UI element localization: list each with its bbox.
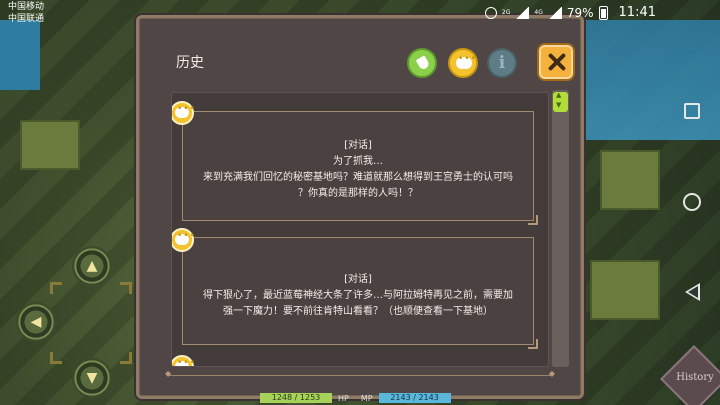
terrain-block [590, 260, 660, 320]
water-area [580, 20, 720, 140]
chevron-down-icon: ▼ [86, 370, 98, 386]
carrier-1: 中国移动 [8, 2, 45, 12]
dpad-corner [120, 282, 132, 294]
battery-icon [598, 5, 608, 20]
dialogue-filter-button[interactable] [448, 48, 478, 78]
history-dialog: 历史 i [对话] 为了抓我… 来到充满我们回忆的秘密基地吗？难道就那么想得到王… [136, 15, 584, 399]
dpad-corner [50, 352, 62, 364]
chat-bubble-icon [172, 101, 196, 125]
entry-line: 得下狠心了，最近蓝莓神经大条了许多…与阿拉姆特再见之前，需要加 [203, 290, 513, 301]
water-area-left [0, 20, 40, 90]
dialog-title: 历史 [176, 55, 204, 71]
signal-icon [515, 6, 530, 19]
entry-line: 来到充满我们回忆的秘密基地吗？难道就那么想得到王宫勇士的认可吗 [203, 172, 513, 183]
back-button[interactable] [685, 283, 700, 301]
scroll-thumb[interactable] [553, 91, 568, 112]
network-type-2: 4G [534, 9, 543, 16]
mp-value: 2143 / 2143 [378, 393, 451, 403]
alarm-icon [484, 6, 497, 19]
dpad-down[interactable]: ▼ [72, 358, 112, 398]
battery-percent: 79% [566, 5, 594, 20]
dpad-up[interactable]: ▲ [72, 246, 112, 286]
entry-line: 为了抓我… [333, 156, 383, 167]
divider [165, 369, 555, 378]
dpad-corner [120, 352, 132, 364]
info-button[interactable]: i [487, 48, 517, 78]
entry-tag: [对话] [344, 274, 372, 285]
carrier-2: 中国联通 [8, 14, 45, 24]
home-button[interactable] [683, 193, 701, 211]
scrollbar[interactable] [552, 90, 569, 367]
mp-label: MP [360, 393, 373, 403]
chat-bubble-icon [172, 355, 196, 366]
terrain-block [20, 120, 80, 170]
chat-bubble-icon [172, 228, 196, 252]
history-entry: [对话] 为了抓我… 来到充满我们回忆的秘密基地吗？难道就那么想得到王宫勇士的认… [178, 107, 538, 225]
hp-label: HP [338, 393, 349, 403]
entry-tag: [对话] [344, 140, 372, 151]
hp-mp-bar: 1248 / 1253 HP MP 2143 / 2143 [260, 391, 451, 405]
clear-history-button[interactable] [407, 48, 437, 78]
network-type-1: 2G [501, 9, 511, 16]
entry-line: ？你真的是那样的人吗！？ [298, 188, 418, 199]
clock: 11:41 [618, 5, 656, 20]
dpad-corner [50, 282, 62, 294]
dpad-left[interactable]: ◀ [16, 302, 56, 342]
history-entry: [对话] 得下狠心了，最近蓝莓神经大条了许多…与阿拉姆特再见之前，需要加 强一下… [178, 233, 538, 349]
history-log[interactable]: [对话] 为了抓我… 来到充满我们回忆的秘密基地吗？难道就那么想得到王宫勇士的认… [171, 92, 549, 367]
status-bar: 中国移动 中国联通 2G 4G 79% 11:41 [0, 0, 720, 28]
chevron-left-icon: ◀ [30, 314, 42, 330]
signal-icon-2 [547, 6, 562, 19]
chat-bubble-icon [456, 54, 477, 69]
entry-line: 强一下魔力！要不前往肯特山看看？（也顺便查看一下基地） [223, 306, 493, 317]
recent-apps-button[interactable] [684, 103, 700, 119]
hp-value: 1248 / 1253 [260, 393, 332, 403]
chevron-up-icon: ▲ [86, 258, 98, 274]
close-button[interactable] [539, 45, 573, 79]
terrain-block [600, 150, 660, 210]
history-button-label: History [676, 372, 714, 383]
